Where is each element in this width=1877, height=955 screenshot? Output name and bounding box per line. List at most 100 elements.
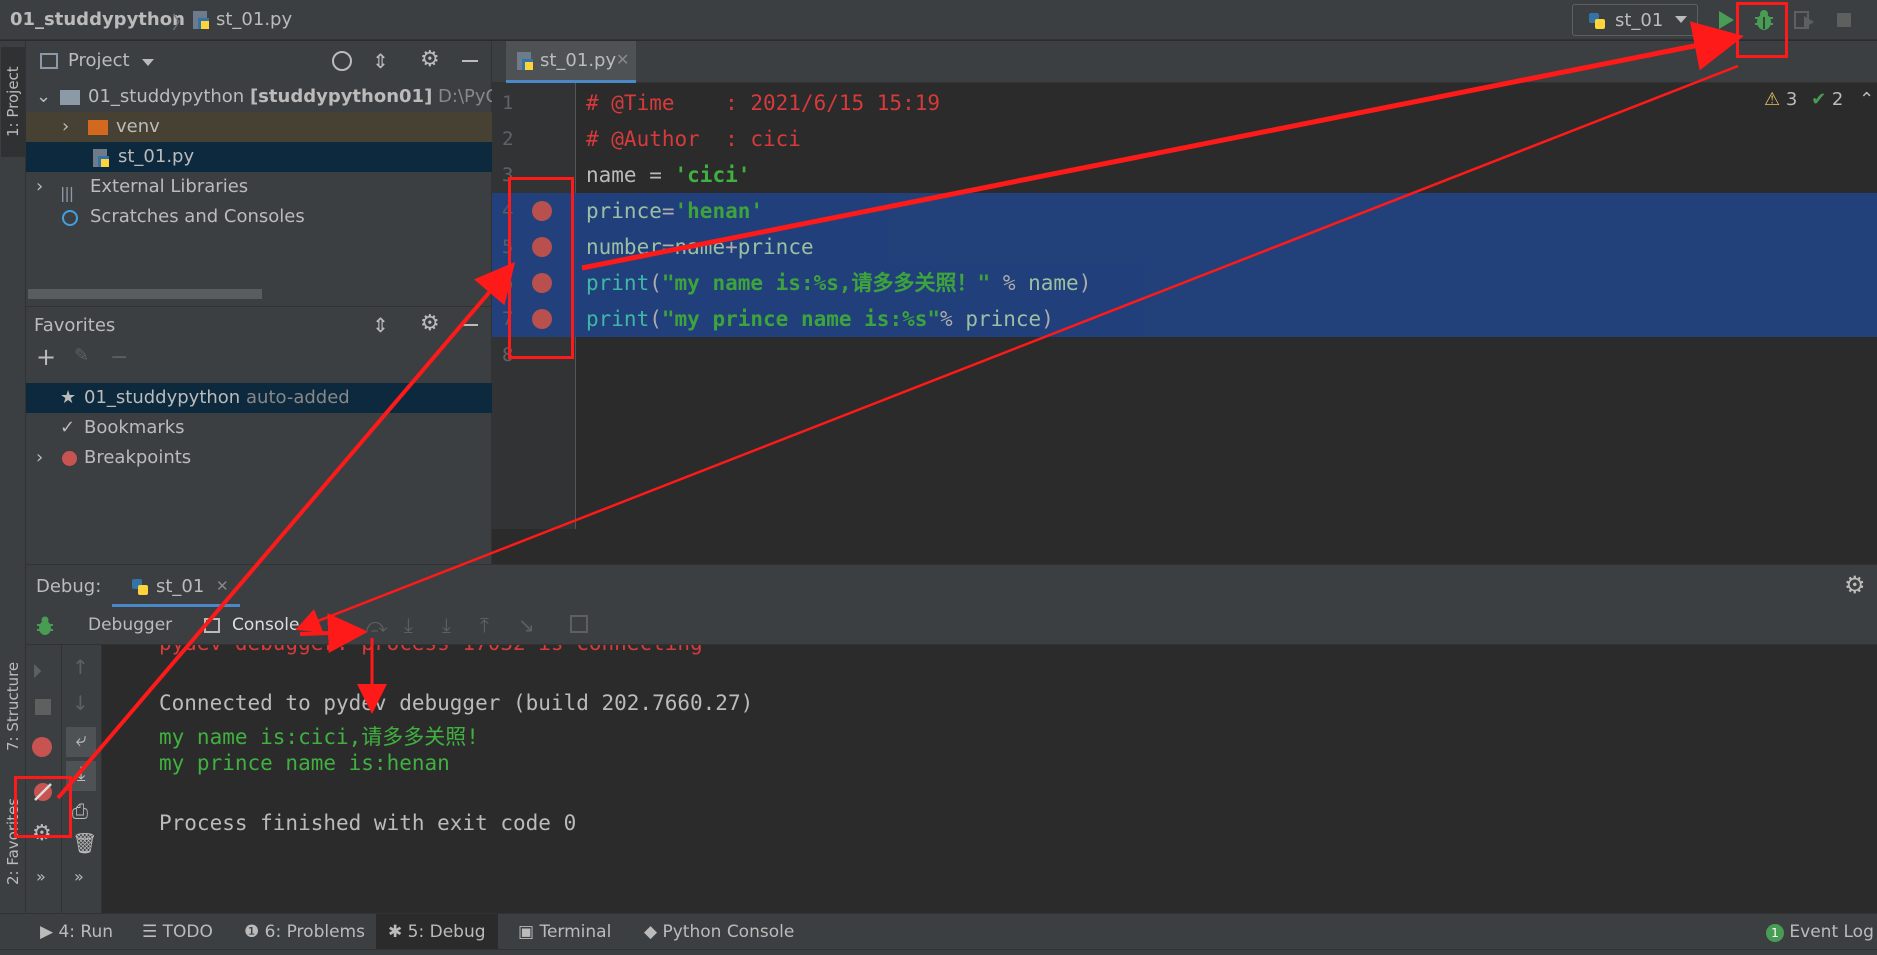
console-output[interactable]: pydev debugger: process 17032 is connect… xyxy=(102,645,1877,914)
tab-problems[interactable]: ❶ 6: Problems xyxy=(244,922,365,942)
tree-item-st01[interactable]: st_01.py xyxy=(26,142,492,172)
gear-icon[interactable]: ⚙ xyxy=(420,47,440,72)
code-token: name = xyxy=(586,163,675,187)
tree-item-external-libraries[interactable]: › ||| External Libraries xyxy=(26,172,492,202)
code-line[interactable]: 3 name = 'cici' xyxy=(492,157,1877,193)
line-number[interactable]: 1 xyxy=(502,85,532,121)
add-icon[interactable]: + xyxy=(36,343,56,371)
resume-icon[interactable]: ⏵ xyxy=(32,659,42,683)
hide-panel-icon[interactable] xyxy=(462,324,478,326)
tab-st01-py[interactable]: st_01.py ✕ xyxy=(506,41,636,83)
tab-debug[interactable]: ✱ 5: Debug xyxy=(376,914,498,950)
more-icon[interactable]: » xyxy=(74,867,84,886)
tab-terminal[interactable]: ▣ Terminal xyxy=(518,922,611,942)
locate-target-icon[interactable] xyxy=(332,51,352,71)
collapse-all-icon[interactable]: ⇕ xyxy=(372,313,389,337)
line-number[interactable]: 8 xyxy=(502,337,532,373)
chevron-right-icon[interactable]: › xyxy=(36,443,43,473)
breakpoint-icon[interactable] xyxy=(532,273,552,293)
tab-project[interactable]: 1: Project xyxy=(1,47,25,157)
code-line[interactable]: 4 prince='henan' xyxy=(492,193,1877,229)
scroll-to-end-icon[interactable]: ⤓ xyxy=(66,761,96,791)
print-icon[interactable]: ⎙ xyxy=(72,799,88,823)
breadcrumb-project[interactable]: 01_studdypython xyxy=(10,9,185,30)
tab-todo[interactable]: ☰ TODO xyxy=(142,922,213,942)
tab-console[interactable]: Console xyxy=(232,615,300,635)
mute-breakpoints-icon[interactable] xyxy=(32,781,54,803)
tab-debugger[interactable]: Debugger xyxy=(88,615,172,635)
line-number[interactable]: 5 xyxy=(502,229,532,265)
evaluate-expression-icon[interactable] xyxy=(570,615,588,633)
chevron-down-icon[interactable]: ⌄ xyxy=(36,82,51,112)
breadcrumb-file[interactable]: st_01.py xyxy=(216,9,292,30)
step-out-icon[interactable]: ⤒ xyxy=(480,613,489,637)
more-icon[interactable]: » xyxy=(36,867,46,886)
debug-session-tab[interactable]: st_01 ✕ xyxy=(112,565,240,607)
line-number[interactable]: 6 xyxy=(502,265,532,301)
step-into-my-code-icon[interactable]: ⤓ xyxy=(442,613,451,637)
list-icon: ☰ xyxy=(142,922,158,942)
soft-wrap-icon[interactable]: ⤶ xyxy=(66,727,96,757)
tab-run[interactable]: ▶ 4: Run xyxy=(40,922,113,942)
inspection-widget[interactable]: ⚠ 3 ✔ 2 ⌃ xyxy=(1764,89,1874,110)
stop-icon[interactable] xyxy=(1832,8,1856,32)
view-breakpoints-icon[interactable] xyxy=(32,737,52,757)
step-over-icon[interactable]: ⤼ xyxy=(366,613,387,637)
breakpoint-icon[interactable] xyxy=(532,201,552,221)
line-number[interactable]: 3 xyxy=(502,157,532,193)
chevron-down-icon[interactable] xyxy=(142,59,154,66)
favorites-item-project[interactable]: ★ 01_studdypython auto-added xyxy=(26,383,492,413)
folder-icon xyxy=(88,120,108,135)
code-line[interactable]: 2 # @Author : cici xyxy=(492,121,1877,157)
close-icon[interactable]: ✕ xyxy=(616,50,629,69)
code-line[interactable]: 1 # @Time : 2021/6/15 15:19 xyxy=(492,85,1877,121)
tree-item-venv[interactable]: › venv xyxy=(26,112,492,142)
collapse-all-icon[interactable]: ⇕ xyxy=(372,49,389,73)
python-icon: ◆ xyxy=(644,922,658,942)
run-icon[interactable] xyxy=(1714,8,1738,32)
tab-event-log[interactable]: 1 Event Log xyxy=(1766,922,1874,942)
debug-bug-icon[interactable] xyxy=(1752,8,1776,32)
code-line[interactable]: 7 print("my prince name is:%s"% prince) xyxy=(492,301,1877,337)
tree-item-scratches[interactable]: Scratches and Consoles xyxy=(26,202,492,232)
gear-icon[interactable]: ⚙ xyxy=(1844,571,1866,599)
folder-icon xyxy=(40,53,58,69)
run-configuration-dropdown[interactable]: st_01 xyxy=(1572,4,1698,36)
code-line[interactable]: 8 xyxy=(492,337,1877,373)
chevron-right-icon[interactable]: › xyxy=(62,112,69,142)
chevron-right-icon[interactable]: › xyxy=(36,172,43,202)
tab-structure[interactable]: 7: Structure xyxy=(1,631,25,781)
tab-favorites[interactable]: 2: Favorites xyxy=(1,781,25,901)
code-line[interactable]: 6 print("my name is:%s,请多多关照！" % name) xyxy=(492,265,1877,301)
favorites-item-bookmarks[interactable]: ✓ Bookmarks xyxy=(26,413,492,443)
code-editor[interactable]: 1 # @Time : 2021/6/15 15:19 2 # @Author : c… xyxy=(492,83,1877,564)
tree-item-project-root[interactable]: ⌄ 01_studdypython [studdypython01] D:\Py… xyxy=(26,82,492,112)
console-line: pydev debugger: process 17032 is connect… xyxy=(159,645,703,655)
chevron-up-icon[interactable]: ⌃ xyxy=(1859,89,1874,110)
horizontal-scrollbar[interactable] xyxy=(28,289,262,299)
breakpoint-icon[interactable] xyxy=(532,309,552,329)
trash-icon[interactable]: 🗑 xyxy=(72,831,97,855)
star-icon: ★ xyxy=(60,387,77,408)
favorites-item-breakpoints[interactable]: › Breakpoints xyxy=(26,443,492,473)
stop-icon[interactable] xyxy=(35,699,51,715)
gear-icon[interactable]: ⚙ xyxy=(32,821,52,846)
favorites-panel-title: Favorites xyxy=(34,315,116,336)
close-icon[interactable]: ✕ xyxy=(216,577,229,595)
line-number[interactable]: 2 xyxy=(502,121,532,157)
tab-python-console[interactable]: ◆ Python Console xyxy=(644,922,794,942)
step-into-icon[interactable]: ⤓ xyxy=(404,613,413,637)
run-to-cursor-icon[interactable]: ↘ xyxy=(518,613,535,637)
project-panel-title[interactable]: Project xyxy=(68,50,130,71)
hide-panel-icon[interactable] xyxy=(462,60,478,62)
line-number[interactable]: 7 xyxy=(502,301,532,337)
code-line[interactable]: 5 number=name+prince xyxy=(492,229,1877,265)
run-with-coverage-icon[interactable] xyxy=(1792,8,1816,32)
gear-icon[interactable]: ⚙ xyxy=(420,311,440,336)
arrow-down-icon[interactable]: ↓ xyxy=(72,691,89,715)
remove-icon[interactable]: − xyxy=(110,345,128,370)
breakpoint-icon[interactable] xyxy=(532,237,552,257)
edit-pencil-icon[interactable]: ✎ xyxy=(74,345,89,366)
line-number[interactable]: 4 xyxy=(502,193,532,229)
arrow-up-icon[interactable]: ↑ xyxy=(72,655,89,679)
